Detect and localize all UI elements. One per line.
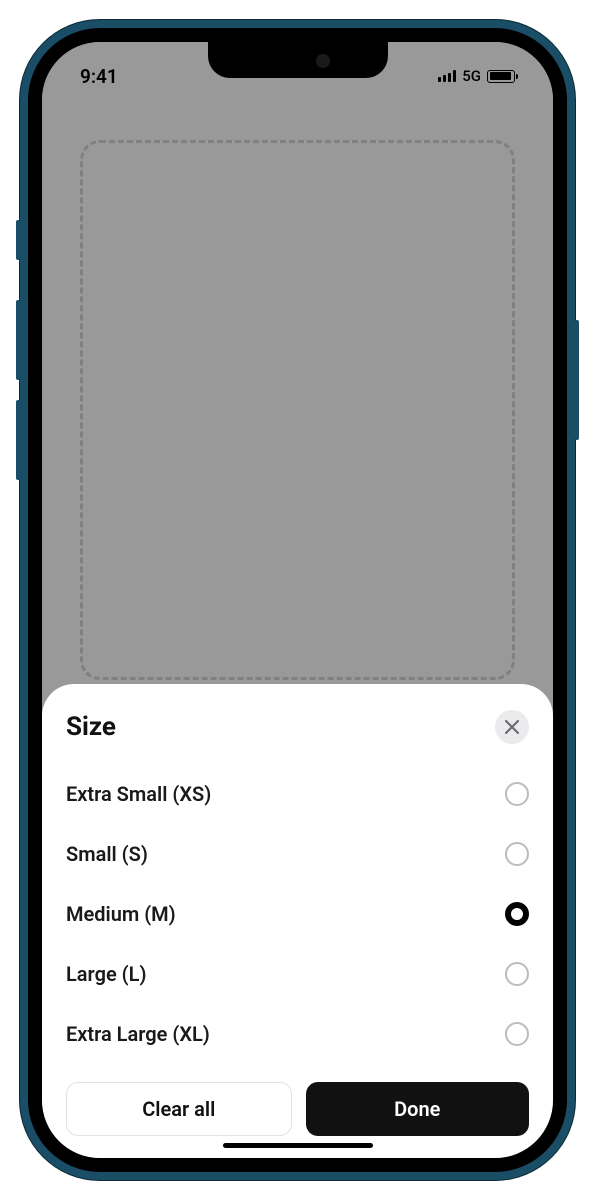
sheet-header: Size: [66, 710, 529, 744]
close-icon: [505, 720, 519, 734]
home-indicator[interactable]: [223, 1143, 373, 1148]
close-button[interactable]: [495, 710, 529, 744]
phone-bezel: 9:41 5G Size: [28, 28, 567, 1172]
clear-all-button[interactable]: Clear all: [66, 1082, 292, 1136]
size-option-l[interactable]: Large (L): [66, 944, 529, 1004]
option-label: Large (L): [66, 962, 146, 986]
option-label: Small (S): [66, 842, 148, 866]
battery-icon: [487, 70, 515, 83]
status-time: 9:41: [80, 65, 118, 88]
size-option-xl[interactable]: Extra Large (XL): [66, 1004, 529, 1064]
content-placeholder: [80, 140, 515, 680]
option-label: Medium (M): [66, 902, 176, 926]
phone-frame: 9:41 5G Size: [20, 20, 575, 1180]
sheet-title: Size: [66, 712, 116, 742]
size-option-m[interactable]: Medium (M): [66, 884, 529, 944]
volume-down-button: [16, 400, 20, 480]
radio-icon: [505, 1022, 529, 1046]
size-option-s[interactable]: Small (S): [66, 824, 529, 884]
network-label: 5G: [462, 67, 481, 85]
option-label: Extra Large (XL): [66, 1022, 210, 1046]
option-label: Extra Small (XS): [66, 782, 211, 806]
radio-icon: [505, 962, 529, 986]
radio-icon: [505, 782, 529, 806]
size-filter-sheet: Size Extra Small (XS) Small (S): [42, 684, 553, 1158]
done-button[interactable]: Done: [306, 1082, 530, 1136]
power-button: [575, 320, 579, 440]
status-right: 5G: [438, 67, 515, 85]
size-option-xs[interactable]: Extra Small (XS): [66, 764, 529, 824]
size-option-list: Extra Small (XS) Small (S) Medium (M) La…: [66, 764, 529, 1064]
notch: [208, 42, 388, 78]
sheet-actions: Clear all Done: [66, 1082, 529, 1136]
radio-icon: [505, 842, 529, 866]
volume-up-button: [16, 300, 20, 380]
side-button: [16, 220, 20, 260]
screen: 9:41 5G Size: [42, 42, 553, 1158]
signal-icon: [438, 70, 456, 82]
radio-icon-selected: [505, 902, 529, 926]
